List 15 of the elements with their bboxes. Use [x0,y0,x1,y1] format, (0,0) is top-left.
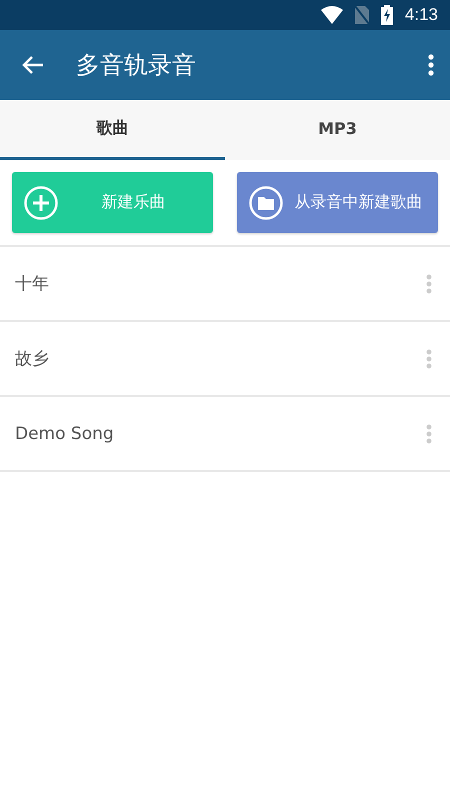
no-sim-icon [354,6,369,24]
app-title: 多音轨录音 [76,50,197,81]
more-options-icon[interactable] [428,54,434,76]
wifi-icon [320,6,343,24]
plus-icon [24,186,58,220]
status-time: 4:13 [404,5,438,25]
tab[interactable]: 歌曲 [0,100,225,160]
song-title[interactable]: Demo Song [15,424,426,444]
back-arrow-icon[interactable] [22,55,44,75]
folder-icon [249,186,283,220]
song-title[interactable]: 十年 [15,272,426,295]
import-recording-button[interactable]: 从录音中新建歌曲 [237,172,438,233]
tab[interactable]: MP3 [225,100,450,160]
battery-icon [380,5,393,25]
song-title[interactable]: 故乡 [15,347,426,370]
